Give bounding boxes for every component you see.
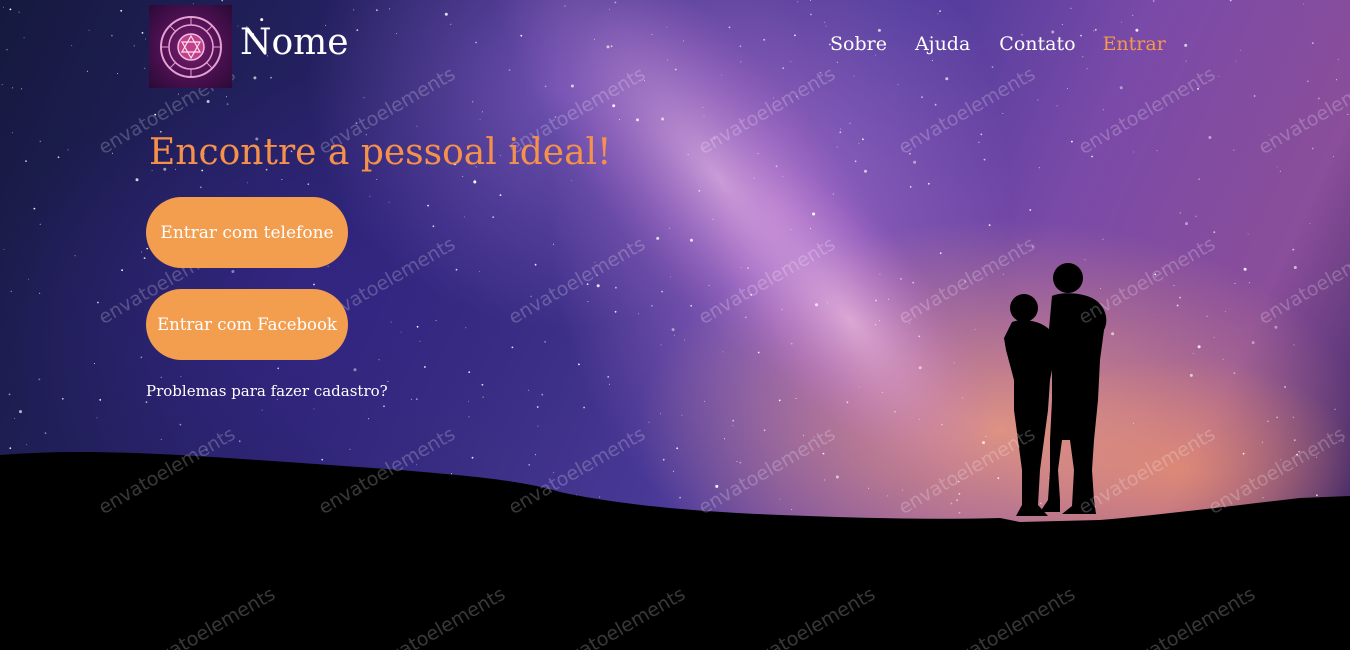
- nav-link-sobre[interactable]: Sobre: [830, 33, 887, 55]
- nav-link-contato[interactable]: Contato: [999, 33, 1075, 55]
- login-facebook-button[interactable]: Entrar com Facebook: [146, 289, 348, 360]
- zodiac-wheel-icon: [159, 15, 222, 78]
- nav-link-ajuda[interactable]: Ajuda: [915, 33, 970, 55]
- login-phone-button[interactable]: Entrar com telefone: [146, 197, 348, 268]
- logo[interactable]: [149, 5, 232, 88]
- site-name[interactable]: Nome: [240, 22, 349, 63]
- nav-link-entrar[interactable]: Entrar: [1103, 33, 1166, 55]
- main-nav: Sobre Ajuda Contato Entrar: [830, 33, 1166, 55]
- hero-headline: Encontre a pessoal ideal!: [149, 132, 612, 173]
- signup-problems-link[interactable]: Problemas para fazer cadastro?: [146, 382, 388, 400]
- couple-silhouette: [1004, 263, 1107, 516]
